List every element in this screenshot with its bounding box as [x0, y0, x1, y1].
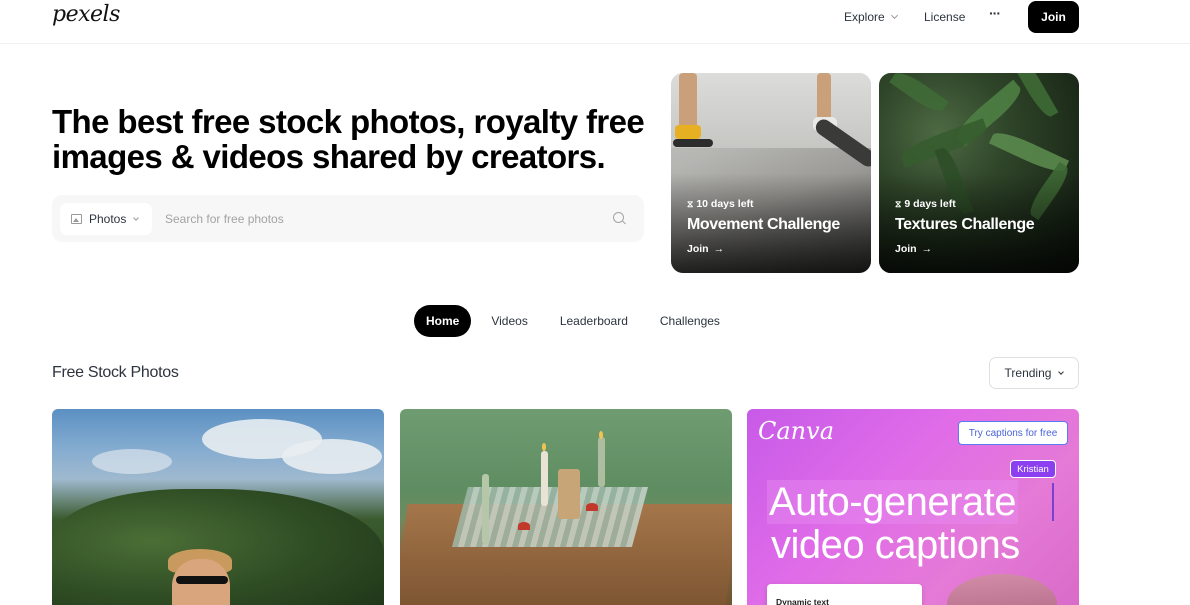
search-input[interactable]	[165, 195, 585, 242]
tab-home[interactable]: Home	[414, 305, 472, 337]
hero-title-line1: The best free stock photos, royalty free	[52, 103, 645, 140]
sort-dropdown[interactable]: Trending	[989, 357, 1079, 389]
days-left-label: 10 days left	[696, 198, 754, 210]
name-tag: Kristian	[1010, 460, 1056, 478]
days-left-label: 9 days left	[904, 198, 956, 210]
more-options-icon[interactable]: ···	[989, 5, 1001, 21]
challenge-card-textures[interactable]: ⧖ 9 days left Textures Challenge Join →	[879, 73, 1079, 273]
content-tabs: Home Videos Leaderboard Challenges	[414, 305, 740, 337]
chevron-down-icon	[133, 214, 140, 221]
challenge-days-left: ⧖ 9 days left	[895, 198, 956, 210]
tab-videos[interactable]: Videos	[479, 305, 539, 337]
canva-logo: Canva	[758, 417, 834, 445]
dynamic-text-card: Dynamic text	[767, 584, 922, 605]
challenge-days-left: ⧖ 10 days left	[687, 198, 754, 210]
image-icon	[71, 214, 82, 224]
pexels-logo[interactable]: pexels	[52, 2, 120, 27]
tab-challenges[interactable]: Challenges	[648, 305, 732, 337]
photo-card[interactable]	[52, 409, 384, 605]
chevron-down-icon	[890, 11, 898, 20]
top-navbar: pexels Explore License ··· Join	[0, 0, 1190, 44]
challenge-title: Movement Challenge	[687, 216, 840, 233]
join-label: Join	[687, 243, 709, 255]
search-type-label: Photos	[89, 212, 127, 226]
nav-explore-label: Explore	[844, 10, 885, 24]
arrow-right-icon: →	[921, 243, 933, 255]
ad-headline-line2: video captions	[771, 523, 1020, 567]
nav-explore-menu[interactable]: Explore	[844, 10, 898, 24]
join-label: Join	[895, 243, 917, 255]
challenge-title: Textures Challenge	[895, 216, 1035, 233]
chevron-down-icon	[1058, 368, 1065, 375]
photo-card[interactable]	[400, 409, 732, 605]
text-caret	[1052, 483, 1054, 521]
join-button[interactable]: Join	[1028, 1, 1079, 33]
hero-title: The best free stock photos, royalty free…	[52, 104, 652, 174]
ad-card[interactable]: Canva Try captions for free Kristian Aut…	[747, 409, 1079, 605]
challenge-join-link[interactable]: Join →	[687, 243, 724, 255]
try-captions-button[interactable]: Try captions for free	[958, 421, 1068, 445]
sort-label: Trending	[1004, 366, 1052, 380]
search-type-dropdown[interactable]: Photos	[60, 203, 152, 235]
section-title: Free Stock Photos	[52, 364, 179, 381]
challenge-join-link[interactable]: Join →	[895, 243, 932, 255]
tab-leaderboard[interactable]: Leaderboard	[548, 305, 640, 337]
arrow-right-icon: →	[713, 243, 725, 255]
hero-title-line2: images & videos shared by creators.	[52, 138, 606, 175]
hourglass-icon: ⧖	[895, 198, 902, 209]
ad-headline-line1: Auto-generate	[767, 480, 1019, 524]
hourglass-icon: ⧖	[687, 198, 694, 209]
search-icon[interactable]	[613, 212, 624, 223]
nav-license-link[interactable]: License	[924, 10, 965, 24]
search-bar: Photos	[52, 195, 644, 242]
challenge-card-movement[interactable]: ⧖ 10 days left Movement Challenge Join →	[671, 73, 871, 273]
dynamic-text-label: Dynamic text	[776, 597, 829, 605]
